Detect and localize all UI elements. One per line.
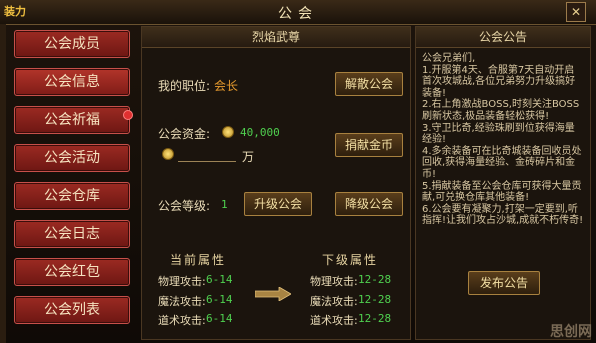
current-attr-value: 6-14 — [206, 312, 233, 325]
upgrade-button[interactable]: 升级公会 — [244, 192, 312, 216]
notice-text: 公会兄弟们, 1.开服第4天、合服第7天自动开启首次攻城战,各位兄弟努力升级搞好… — [422, 53, 584, 227]
current-attributes-title: 当前属性 — [170, 253, 227, 267]
donate-unit: 万 — [242, 150, 255, 164]
window-title: 公会 — [278, 6, 318, 22]
sidebar-item-log[interactable]: 公会日志 — [14, 220, 130, 248]
current-attr-value: 6-14 — [206, 293, 233, 306]
sidebar-item-blessing[interactable]: 公会祈福 — [14, 106, 130, 134]
current-attr-label: 魔法攻击: — [158, 295, 206, 308]
level-value: 1 — [221, 198, 228, 211]
downgrade-button[interactable]: 降级公会 — [335, 192, 403, 216]
current-attr-label: 道术攻击: — [158, 314, 206, 327]
left-ornament — [0, 24, 6, 343]
sidebar-item-list[interactable]: 公会列表 — [14, 296, 130, 324]
notice-line: 4.多余装备可在比奇城装备回收员处回收,获得海量经验、金砖碎片和金币! — [422, 145, 582, 180]
notice-line: 3.守卫比奇,经验珠刷到位获得海量经验! — [422, 122, 575, 146]
sidebar-item-activities[interactable]: 公会活动 — [14, 144, 130, 172]
notification-dot — [123, 110, 133, 120]
notice-title: 公会公告 — [416, 27, 590, 48]
sidebar-item-info[interactable]: 公会信息 — [14, 68, 130, 96]
publish-notice-button[interactable]: 发布公告 — [468, 271, 540, 295]
guild-name: 烈焰武尊 — [142, 27, 410, 48]
gold-coin-icon — [222, 126, 234, 138]
gold-coin-icon — [162, 148, 174, 160]
next-attr-label: 道术攻击: — [310, 314, 358, 327]
funds-label: 公会资金: — [158, 127, 211, 141]
sidebar: 公会成员 公会信息 公会祈福 公会活动 公会仓库 公会日志 公会红包 公会列表 — [14, 30, 130, 334]
sidebar-item-members[interactable]: 公会成员 — [14, 30, 130, 58]
funds-value: 40,000 — [240, 126, 280, 139]
arrow-right-icon — [255, 287, 291, 301]
next-attr-value: 12-28 — [358, 312, 392, 325]
sidebar-item-warehouse[interactable]: 公会仓库 — [14, 182, 130, 210]
notice-line: 公会兄弟们, — [422, 53, 476, 64]
guild-window: 装力 公会 ✕ 公会成员 公会信息 公会祈福 公会活动 公会仓库 公会日志 公会… — [0, 0, 596, 343]
current-attr-value: 6-14 — [206, 273, 233, 286]
guild-notice-panel: 公会公告 公会兄弟们, 1.开服第4天、合服第7天自动开启首次攻城战,各位兄弟努… — [415, 26, 591, 340]
notice-line: 1.开服第4天、合服第7天自动开启首次攻城战,各位兄弟努力升级搞好装备! — [422, 64, 576, 99]
next-attr-value: 12-28 — [358, 293, 392, 306]
close-button[interactable]: ✕ — [566, 2, 586, 22]
notice-line: 5.捐献装备至公会仓库可获得大量贡献,可兑换仓库其他装备! — [422, 180, 582, 204]
next-attr-label: 物理攻击: — [310, 275, 358, 288]
guild-info-panel: 烈焰武尊 我的职位: 会长 解散公会 公会资金: 40,000 万 捐献金币 公… — [141, 26, 411, 340]
position-value: 会长 — [214, 79, 239, 93]
current-attr-label: 物理攻击: — [158, 275, 206, 288]
notice-line: 6.公会要有凝聚力,打架一定要到,听指挥!让我们攻占沙城,成就不朽传奇! — [422, 203, 584, 227]
next-attr-value: 12-28 — [358, 273, 392, 286]
donate-amount-input[interactable] — [178, 147, 236, 162]
watermark: 思创网 — [550, 324, 592, 340]
donate-gold-button[interactable]: 捐献金币 — [335, 133, 403, 157]
next-attr-label: 魔法攻击: — [310, 295, 358, 308]
disband-button[interactable]: 解散公会 — [335, 72, 403, 96]
position-label: 我的职位: — [158, 79, 211, 93]
notice-line: 2.右上角激战BOSS,时刻关注BOSS刷新状态,极品装备轻松获得! — [422, 99, 580, 122]
window-titlebar: 装力 公会 ✕ — [0, 0, 596, 25]
level-label: 公会等级: — [158, 199, 211, 213]
sidebar-item-red-packet[interactable]: 公会红包 — [14, 258, 130, 286]
next-attributes-title: 下级属性 — [322, 253, 379, 267]
